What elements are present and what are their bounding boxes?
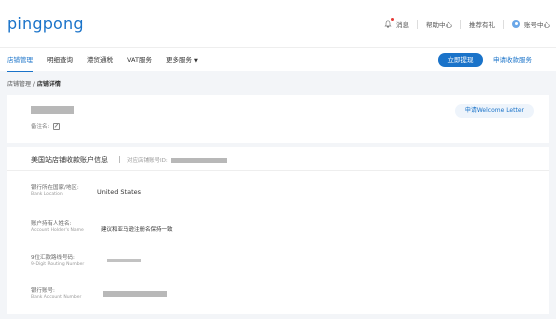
welcome-letter-button[interactable]: 申请Welcome Letter	[454, 104, 534, 118]
nav-vat-service[interactable]: VAT服务	[127, 48, 152, 72]
bell-icon	[384, 18, 394, 28]
nav-detail-query[interactable]: 明细查询	[47, 48, 73, 72]
routing-number-field: 9位汇款路线号码: 9-Digit Routing Number	[31, 255, 84, 268]
messages-label: 消息	[396, 21, 409, 29]
account-label: 账号中心	[524, 21, 550, 29]
remark-row: 备注名:	[31, 122, 61, 130]
referral-label: 推荐有礼	[469, 21, 495, 29]
bank-location-field: 银行所在国家/地区: Bank Location United States	[31, 185, 141, 198]
unread-badge	[391, 18, 394, 21]
messages-link[interactable]: 消息	[384, 18, 409, 29]
store-id-label: 对应店铺账号ID:	[127, 158, 168, 164]
caret-down-icon: ▼	[193, 58, 198, 64]
store-info-card: 备注名: 申请Welcome Letter	[7, 95, 549, 143]
account-center-link[interactable]: 账号中心	[512, 19, 550, 29]
edit-icon[interactable]	[53, 122, 61, 130]
header-actions: 消息 帮助中心 推荐有礼 账号中心	[384, 18, 550, 29]
field-label: 银行账号:	[31, 288, 55, 294]
bank-account-redacted	[103, 291, 167, 297]
main-nav: 店铺管理 明细查询 港贸通税 VAT服务 更多服务 ▼ 立即提现 申请收款服务	[0, 47, 556, 72]
field-label-en: Account Holder's Name	[31, 228, 84, 233]
breadcrumb-current: 店铺详情	[36, 81, 61, 88]
user-icon	[512, 20, 520, 28]
nav-store-management[interactable]: 店铺管理	[7, 48, 33, 72]
store-id-redacted	[170, 157, 227, 163]
apply-account-link[interactable]: 申请收款服务	[493, 53, 532, 67]
pingpong-logo[interactable]: pingpong	[7, 14, 84, 33]
divider	[119, 156, 120, 163]
field-label-en: 9-Digit Routing Number	[31, 262, 85, 267]
routing-number-redacted	[107, 259, 141, 262]
field-value: 建议和亚马逊注册名保持一致	[101, 227, 173, 233]
store-name-redacted	[31, 106, 74, 114]
field-value: United States	[97, 188, 142, 196]
bank-account-field: 银行账号: Bank Account Number	[31, 288, 81, 301]
field-label-en: Bank Location	[31, 192, 63, 197]
top-header: pingpong 消息 帮助中心 推荐有礼 账号中心	[0, 0, 556, 47]
section-header: 美国站店铺收款账户信息 对应店铺账号ID:	[7, 147, 549, 171]
help-center-link[interactable]: 帮助中心	[426, 19, 452, 29]
field-label: 账户持有人姓名:	[31, 221, 72, 227]
field-label: 9位汇款路线号码:	[31, 255, 75, 261]
section-title: 美国站店铺收款账户信息	[31, 156, 108, 164]
divider	[417, 19, 418, 29]
divider	[460, 19, 461, 29]
account-info-card: 美国站店铺收款账户信息 对应店铺账号ID: 银行所在国家/地区: Bank Lo…	[7, 147, 549, 314]
field-label: 银行所在国家/地区:	[31, 185, 79, 191]
field-label-en: Bank Account Number	[31, 295, 82, 300]
nav-more-services[interactable]: 更多服务 ▼	[166, 48, 198, 72]
store-id-row: 对应店铺账号ID:	[127, 156, 227, 164]
breadcrumb: 店铺管理 / 店铺详情	[7, 79, 61, 88]
breadcrumb-parent[interactable]: 店铺管理	[7, 81, 31, 88]
referral-link[interactable]: 推荐有礼	[469, 19, 495, 29]
remark-label: 备注名:	[31, 124, 50, 130]
nav-more-label: 更多服务	[165, 56, 192, 64]
account-holder-field: 账户持有人姓名: Account Holder's Name 建议和亚马逊注册名…	[31, 221, 173, 234]
divider	[503, 19, 504, 29]
nav-trade-tax[interactable]: 港贸通税	[87, 48, 113, 72]
withdraw-button[interactable]: 立即提现	[438, 53, 483, 67]
